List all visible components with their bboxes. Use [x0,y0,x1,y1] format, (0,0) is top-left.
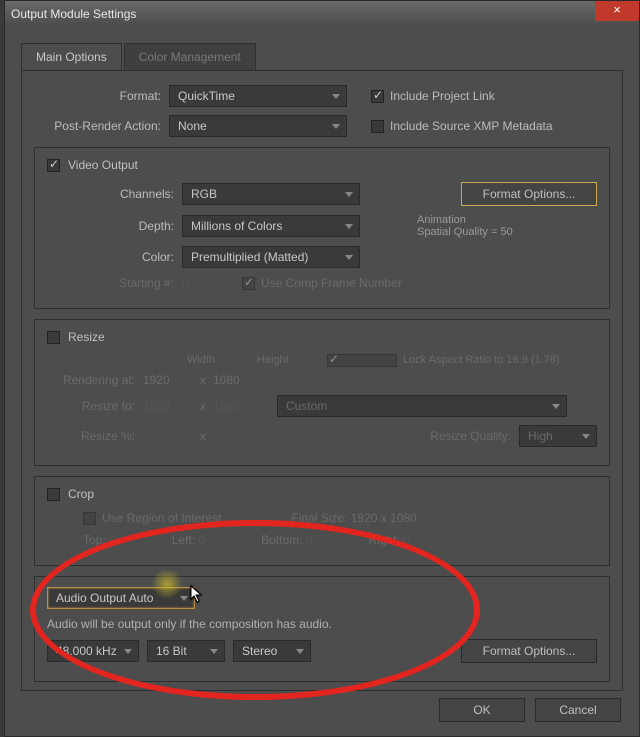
include-project-link-label: Include Project Link [390,89,495,103]
width-header: Width [187,354,257,367]
crop-left-label: Left: [172,533,195,547]
crop-right-value: 0 [403,533,410,547]
final-size-label: Final Size: 1920 x 1080 [291,511,416,525]
audio-output-section: Audio Output Auto Audio will be output o… [34,576,610,682]
include-xmp-checkbox[interactable] [371,120,384,133]
main-options-panel: Format: QuickTime Include Project Link P… [21,71,623,691]
crop-bottom-label: Bottom: [261,533,302,547]
depth-label: Depth: [47,219,182,233]
audio-rate-dropdown[interactable]: 48.000 kHz [47,640,139,662]
resize-section: Resize Width Height Lock Aspect Ratio to… [34,319,610,466]
spatial-quality-text: Spatial Quality = 50 [417,226,597,238]
include-xmp-label: Include Source XMP Metadata [390,119,553,133]
audio-bit-dropdown[interactable]: 16 Bit [147,640,225,662]
audio-format-options-button[interactable]: Format Options... [461,639,597,663]
height-header: Height [257,354,327,367]
include-project-link-checkbox[interactable] [371,90,384,103]
titlebar[interactable]: Output Module Settings × [5,1,639,27]
resize-preset-dropdown: Custom [277,395,567,417]
resize-header: Resize [68,330,105,344]
roi-checkbox [83,512,96,525]
resize-height: 1080 [213,399,263,413]
lock-aspect-label: Lock Aspect Ratio to 16:9 (1.78) [403,354,560,367]
crop-checkbox[interactable] [47,488,60,501]
codec-text: Animation [417,214,597,226]
rendering-at-label: Rendering at: [47,373,143,387]
color-label: Color: [47,250,182,264]
channels-label: Channels: [47,187,182,201]
video-format-options-button[interactable]: Format Options... [461,182,597,206]
output-module-settings-dialog: Output Module Settings × Main Options Co… [4,0,640,737]
roi-label: Use Region of Interest [102,511,221,525]
color-dropdown[interactable]: Premultiplied (Matted) [182,246,360,268]
use-comp-frame-label: Use Comp Frame Number [261,276,402,290]
rendering-height: 1080 [213,373,263,387]
resize-to-label: Resize to: [47,399,143,413]
channels-dropdown[interactable]: RGB [182,183,360,205]
close-button[interactable]: × [595,1,639,21]
resize-quality-label: Resize Quality: [430,429,511,443]
ok-button[interactable]: OK [439,698,525,722]
crop-top-value: 0 [109,533,116,547]
audio-hint-text: Audio will be output only if the composi… [47,617,332,631]
dialog-footer: OK Cancel [439,698,621,722]
close-icon: × [613,2,621,17]
post-render-label: Post-Render Action: [34,119,169,133]
video-output-section: Video Output Channels: RGB Format Option… [34,147,610,309]
resize-checkbox[interactable] [47,331,60,344]
window-title: Output Module Settings [11,7,136,21]
use-comp-frame-checkbox [242,277,255,290]
x-sep-1: x [193,373,213,387]
depth-dropdown[interactable]: Millions of Colors [182,215,360,237]
crop-left-value: 0 [198,533,205,547]
video-output-checkbox[interactable] [47,159,60,172]
crop-bottom-value: 0 [306,533,313,547]
resize-pct-label: Resize %: [47,429,143,443]
format-label: Format: [34,89,169,103]
crop-right-label: Right: [369,533,400,547]
video-output-header: Video Output [68,158,138,172]
format-dropdown[interactable]: QuickTime [169,85,347,107]
resize-quality-dropdown: High [519,425,597,447]
x-sep-3: x [193,429,213,443]
post-render-dropdown[interactable]: None [169,115,347,137]
rendering-width: 1920 [143,373,193,387]
tab-main-options[interactable]: Main Options [21,43,122,70]
starting-number-value: 0 [182,276,212,290]
crop-section: Crop Use Region of Interest Final Size: … [34,476,610,566]
lock-aspect-checkbox [327,354,397,367]
tab-color-management[interactable]: Color Management [124,43,256,70]
tabs: Main Options Color Management [21,43,623,71]
x-sep-2: x [193,399,213,413]
crop-top-label: Top: [83,533,106,547]
audio-channels-dropdown[interactable]: Stereo [233,640,311,662]
audio-output-mode-dropdown[interactable]: Audio Output Auto [47,587,195,609]
crop-header: Crop [68,487,94,501]
resize-width: 1920 [143,399,193,413]
starting-number-label: Starting #: [47,276,182,290]
cancel-button[interactable]: Cancel [535,698,621,722]
